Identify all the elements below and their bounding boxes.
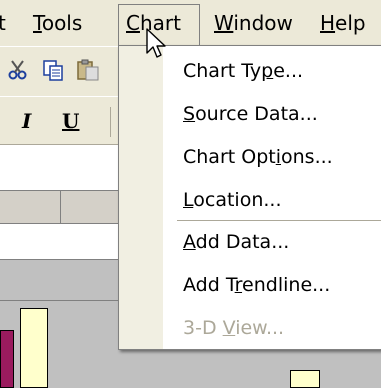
chart-bar[interactable] [290,370,320,388]
standard-toolbar [0,46,121,97]
menu-window[interactable]: Window [214,10,293,36]
italic-icon[interactable]: I [22,109,31,133]
menu-item-add-trendline[interactable]: Add Trendline... [183,273,330,297]
menu-separator [177,220,381,221]
cut-icon[interactable] [8,59,28,81]
menu-item-source-data[interactable]: Source Data... [183,102,318,126]
column-header-divider [60,190,61,224]
menu-icon-gutter [119,46,163,349]
paste-icon[interactable] [76,59,100,81]
chart-bar[interactable] [20,308,48,388]
menu-bar: t Tools Chart Window Help [0,0,381,46]
menu-item-chart-options[interactable]: Chart Options... [183,145,333,169]
menu-item-chart-type[interactable]: Chart Type... [183,59,303,83]
toolbar-separator [110,107,111,137]
menu-item-add-data[interactable]: Add Data... [183,230,289,254]
mouse-pointer-icon [146,28,168,60]
sheet-row[interactable] [0,224,121,260]
menu-tools[interactable]: Tools [33,10,82,36]
chart-bar[interactable] [0,330,14,388]
underline-icon[interactable]: U [62,109,79,133]
menu-edit-partial[interactable]: t [0,10,6,36]
chart-menu-dropdown: Chart Type... Source Data... Chart Optio… [118,45,381,350]
menu-item-3d-view: 3-D View... [183,317,285,339]
formatting-toolbar: I U [0,96,121,145]
menu-help[interactable]: Help [320,10,366,36]
formula-bar[interactable] [0,144,121,191]
copy-icon[interactable] [42,59,64,81]
menu-item-location[interactable]: Location... [183,188,282,212]
